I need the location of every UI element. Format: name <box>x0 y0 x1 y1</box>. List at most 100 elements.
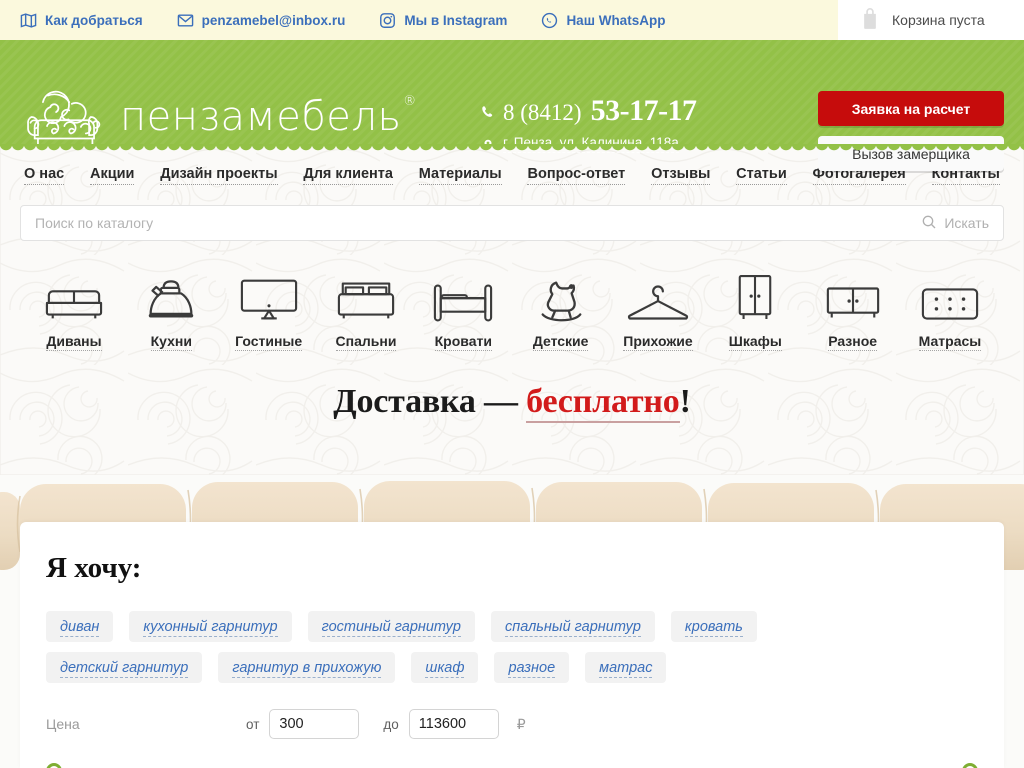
cart-widget[interactable]: Корзина пуста <box>838 0 1024 40</box>
chip-misc[interactable]: разное <box>494 652 570 683</box>
category-row: Диваны Кухни Гостиные Спальни Кровати Де… <box>0 241 1024 351</box>
phone-link[interactable]: 8 (8412) 53-17-17 <box>480 94 697 128</box>
catalog-search-bar: Искать <box>20 205 1004 241</box>
chip-sofa[interactable]: диван <box>46 611 114 642</box>
toplink-email[interactable]: penzamebel@inbox.ru <box>177 12 346 29</box>
category-sofas[interactable]: Диваны <box>28 267 120 351</box>
rocking-horse-icon <box>534 267 588 323</box>
top-bar-links: Как добраться penzamebel@inbox.ru Мы в I… <box>0 12 665 29</box>
promo-exclamation: ! <box>679 383 691 420</box>
search-button-label: Искать <box>944 215 989 231</box>
header-actions: Заявка на расчет Вызов замерщика <box>818 91 1004 171</box>
chip-mattress[interactable]: матрас <box>585 652 667 683</box>
price-to-input[interactable] <box>408 709 499 739</box>
category-misc[interactable]: Разное <box>807 267 899 351</box>
category-kitchens[interactable]: Кухни <box>125 267 217 351</box>
nav-item-for-clients[interactable]: Для клиента <box>303 166 393 185</box>
category-label: Кровати <box>434 333 492 351</box>
call-measurer-button[interactable]: Вызов замерщика <box>818 136 1004 171</box>
kettle-icon <box>146 267 196 323</box>
chip-label: гостиный гарнитур <box>321 619 461 637</box>
cabinet-icon <box>824 267 882 323</box>
request-calculation-button[interactable]: Заявка на расчет <box>818 91 1004 126</box>
bed-side-icon <box>432 267 494 323</box>
chip-wardrobe[interactable]: шкаф <box>411 652 479 683</box>
header-contacts: 8 (8412) 53-17-17 г. Пенза, ул. Калинина… <box>480 94 697 153</box>
category-bedrooms[interactable]: Спальни <box>320 267 412 351</box>
category-label: Матрасы <box>918 333 982 351</box>
chip-hallway-set[interactable]: гарнитур в прихожую <box>218 652 396 683</box>
filter-panel-title: Я хочу: <box>46 552 142 584</box>
sofa-icon <box>45 267 103 323</box>
nav-item-promotions[interactable]: Акции <box>90 166 135 185</box>
site-logo[interactable]: пензамебель ® <box>24 84 416 150</box>
promo-banner: Доставка — бесплатно! <box>0 383 1024 423</box>
toplink-label: Наш WhatsApp <box>566 12 666 28</box>
nav-item-about[interactable]: О нас <box>24 166 65 185</box>
nav-item-articles[interactable]: Статьи <box>736 166 787 185</box>
price-from-label: от <box>246 716 260 732</box>
search-icon <box>921 214 937 233</box>
nav-item-design-projects[interactable]: Дизайн проекты <box>160 166 278 185</box>
nav-item-reviews[interactable]: Отзывы <box>651 166 711 185</box>
toplink-instagram[interactable]: Мы в Instagram <box>379 12 507 29</box>
site-header: пензамебель ® 8 (8412) 53-17-17 г. Пенза… <box>0 40 1024 171</box>
registered-mark: ® <box>403 94 417 109</box>
chip-label: кровать <box>684 619 743 637</box>
address-row: г. Пенза, ул. Калинина, 118а <box>480 135 697 153</box>
slider-handle-max[interactable] <box>962 763 978 768</box>
price-label: Цена <box>46 716 80 732</box>
category-label: Прихожие <box>623 333 693 351</box>
category-living-rooms[interactable]: Гостиные <box>223 267 315 351</box>
category-hallways[interactable]: Прихожие <box>612 267 704 351</box>
toplink-label: penzamebel@inbox.ru <box>201 12 346 28</box>
toplink-whatsapp[interactable]: Наш WhatsApp <box>541 12 665 29</box>
phone-prefix: 8 (8412) <box>503 100 582 125</box>
tv-icon <box>239 267 299 323</box>
chip-bedroom-set[interactable]: спальный гарнитур <box>491 611 655 642</box>
phone-number: 53-17-17 <box>590 94 697 127</box>
chip-living-room-set[interactable]: гостиный гарнитур <box>307 611 475 642</box>
mattress-icon <box>920 267 980 323</box>
chip-label: матрас <box>599 660 653 678</box>
chip-bed[interactable]: кровать <box>670 611 757 642</box>
category-label: Гостиные <box>235 333 303 351</box>
promo-highlight: бесплатно <box>526 383 680 423</box>
search-input[interactable] <box>35 215 922 231</box>
location-pin-icon <box>482 137 493 152</box>
instagram-icon <box>379 12 396 29</box>
whatsapp-icon <box>541 12 558 29</box>
slider-handle-min[interactable] <box>46 763 62 768</box>
toplink-directions[interactable]: Как добраться <box>20 12 143 29</box>
price-from-input[interactable] <box>269 709 360 739</box>
bag-icon <box>860 6 880 35</box>
category-label: Диваны <box>46 333 102 351</box>
category-children[interactable]: Детские <box>515 267 607 351</box>
category-wardrobes[interactable]: Шкафы <box>709 267 801 351</box>
want-chips-list: диван кухонный гарнитур гостиный гарниту… <box>46 611 926 683</box>
nav-item-materials[interactable]: Материалы <box>418 166 502 185</box>
wardrobe-icon <box>735 267 775 323</box>
chip-children-set[interactable]: детский гарнитур <box>46 652 203 683</box>
chip-label: спальный гарнитур <box>505 619 641 637</box>
cart-label: Корзина пуста <box>892 12 985 28</box>
category-mattresses[interactable]: Матрасы <box>904 267 996 351</box>
armchair-logo-icon <box>24 84 108 150</box>
hanger-icon <box>626 267 690 323</box>
address-link[interactable]: г. Пенза, ул. Калинина, 118а <box>503 135 679 153</box>
price-to-label: до <box>383 716 399 732</box>
price-range-slider[interactable] <box>46 763 978 768</box>
mail-icon <box>177 12 194 29</box>
chip-label: кухонный гарнитур <box>143 619 278 637</box>
toplink-label: Как добраться <box>45 12 143 28</box>
chip-label: шкаф <box>425 660 465 678</box>
nav-item-faq[interactable]: Вопрос-ответ <box>527 166 626 185</box>
category-label: Спальни <box>335 333 397 351</box>
category-beds[interactable]: Кровати <box>417 267 509 351</box>
category-label: Детские <box>532 333 589 351</box>
top-bar: Как добраться penzamebel@inbox.ru Мы в I… <box>0 0 1024 40</box>
search-button[interactable]: Искать <box>921 214 989 233</box>
phone-icon <box>480 102 494 121</box>
filter-panel: Я хочу: диван кухонный гарнитур гостиный… <box>20 522 1004 768</box>
chip-kitchen-set[interactable]: кухонный гарнитур <box>129 611 292 642</box>
